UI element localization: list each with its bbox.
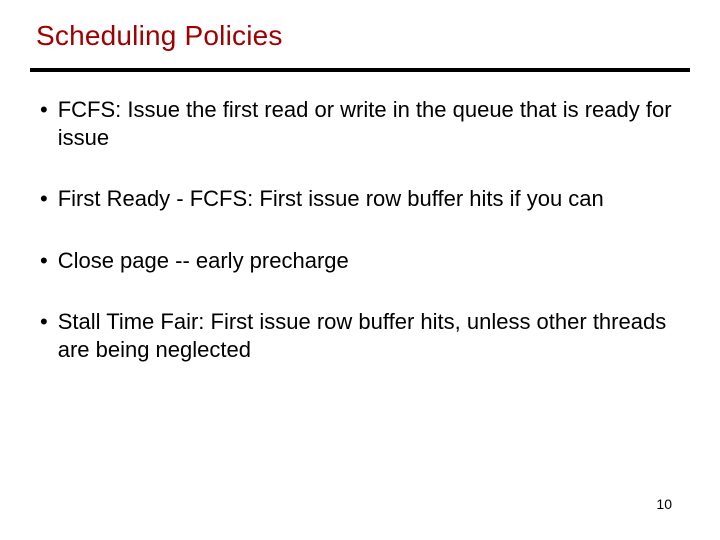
slide-content: • FCFS: Issue the first read or write in… xyxy=(40,96,680,397)
bullet-text: Close page -- early precharge xyxy=(56,247,680,275)
bullet-text: FCFS: Issue the first read or write in t… xyxy=(56,96,680,151)
page-number: 10 xyxy=(656,496,672,512)
title-underline xyxy=(30,68,690,72)
bullet-text: Stall Time Fair: First issue row buffer … xyxy=(56,308,680,363)
bullet-icon: • xyxy=(40,185,48,213)
bullet-icon: • xyxy=(40,96,48,124)
list-item: • Stall Time Fair: First issue row buffe… xyxy=(40,308,680,363)
list-item: • First Ready - FCFS: First issue row bu… xyxy=(40,185,680,213)
bullet-icon: • xyxy=(40,247,48,275)
list-item: • FCFS: Issue the first read or write in… xyxy=(40,96,680,151)
bullet-text: First Ready - FCFS: First issue row buff… xyxy=(56,185,680,213)
list-item: • Close page -- early precharge xyxy=(40,247,680,275)
bullet-icon: • xyxy=(40,308,48,336)
slide-title: Scheduling Policies xyxy=(36,20,283,52)
slide: Scheduling Policies • FCFS: Issue the fi… xyxy=(0,0,720,540)
